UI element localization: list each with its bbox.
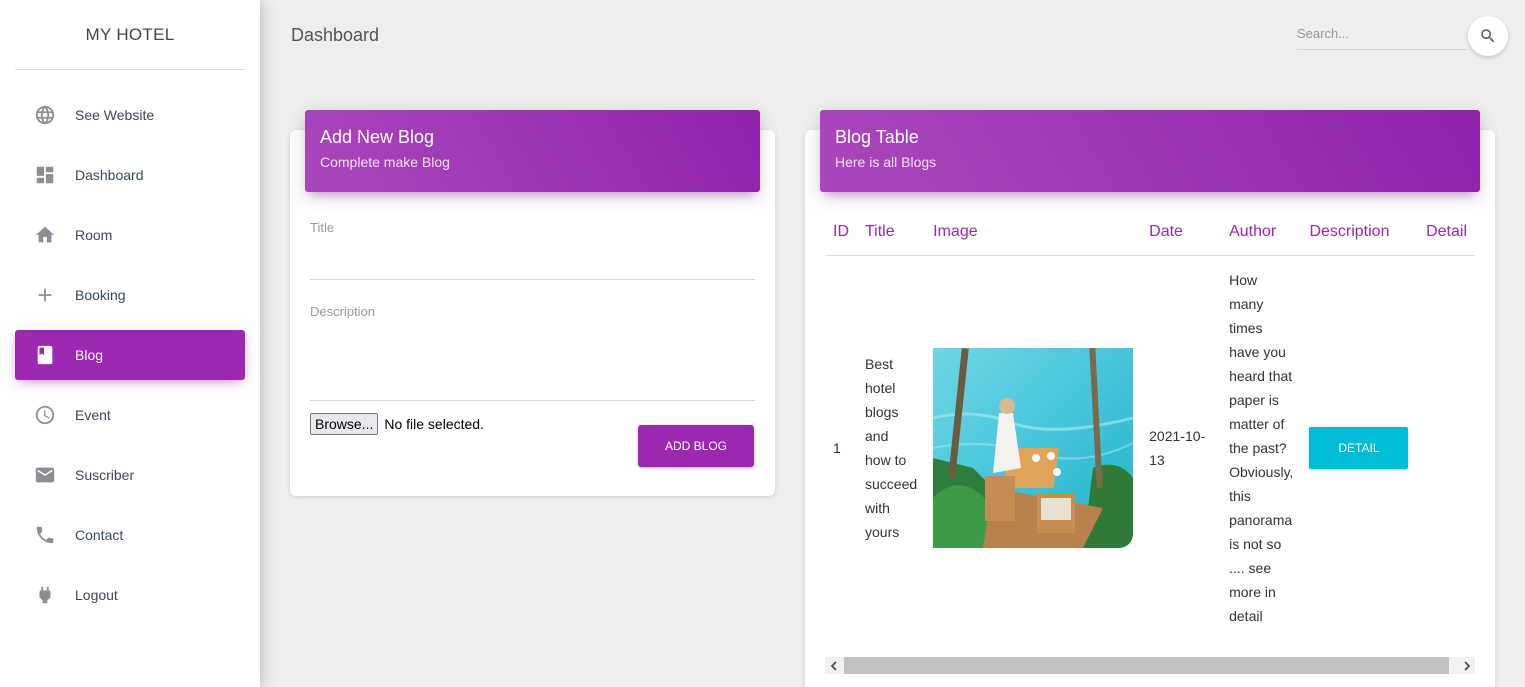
home-icon [34,224,56,246]
description-input[interactable] [310,400,755,401]
page-title: Dashboard [291,25,380,45]
add-blog-card: Add New Blog Complete make Blog Title De… [290,110,775,496]
plus-icon [34,284,56,306]
column-header-id: ID [825,210,857,256]
sidebar-item-label: Dashboard [75,167,144,183]
blog-table-scroll-area: ID Title Image Date Author Description D… [825,210,1475,655]
sidebar-item-suscriber[interactable]: Suscriber [15,450,245,500]
sidebar-item-label: Blog [75,347,104,363]
chevron-right-icon [1463,660,1470,671]
sidebar-item-label: Booking [75,287,126,303]
cell-author: How many times have you heard that paper… [1229,271,1294,624]
scrollbar-track[interactable] [842,657,1458,674]
sidebar-item-logout[interactable]: Logout [15,570,245,620]
detail-button[interactable]: DETAIL [1309,426,1409,469]
card-title: Blog Table [835,127,919,147]
table-row: 1 Best hotel blogs and how to succeed wi… [825,255,1475,640]
search-field [1297,18,1467,50]
sidebar-item-label: See Website [75,107,155,123]
sidebar-item-label: Room [75,227,113,243]
add-blog-button[interactable]: ADD BLOG [638,425,754,467]
column-header-date: Date [1141,210,1222,256]
chevron-left-icon [830,660,837,671]
blog-table-card: Blog Table Here is all Blogs ID Title Im… [805,110,1495,687]
sidebar-item-room[interactable]: Room [15,210,245,260]
phone-icon [34,524,56,546]
search-button[interactable] [1468,16,1508,56]
browse-button[interactable]: Browse... [310,413,379,435]
cell-date: 2021-10-13 [1149,427,1206,468]
card-title: Add New Blog [320,127,435,147]
sidebar-item-label: Contact [75,527,124,543]
sidebar-item-blog[interactable]: Blog [15,330,245,380]
power-plug-icon [34,584,56,606]
table-header-row: ID Title Image Date Author Description D… [825,210,1475,256]
dashboard-icon [34,164,56,186]
title-input[interactable] [310,279,755,280]
globe-icon [34,104,56,126]
sidebar-item-see-website[interactable]: See Website [15,90,245,140]
column-header-detail: Detail [1418,210,1475,256]
blog-table-card-header: Blog Table Here is all Blogs [820,110,1480,192]
title-field-label: Title [310,220,335,235]
cell-id: 1 [833,439,841,456]
horizontal-scrollbar[interactable] [825,657,1475,674]
sidebar-nav: See Website Dashboard Room Booking Blog [0,70,260,620]
cell-detail: DETAIL [1301,255,1418,640]
search-icon [1481,29,1495,43]
sidebar: MY HOTEL See Website Dashboard Room Book… [0,0,260,687]
scrollbar-thumb[interactable] [844,657,1449,674]
cell-title: Best hotel blogs and how to succeed with… [865,355,918,540]
add-blog-card-header: Add New Blog Complete make Blog [305,110,760,192]
sidebar-item-dashboard[interactable]: Dashboard [15,150,245,200]
scroll-left-button[interactable] [825,657,842,674]
sidebar-item-event[interactable]: Event [15,390,245,440]
scroll-right-button[interactable] [1458,657,1475,674]
cell-image [925,255,1141,640]
book-icon [34,344,56,366]
blog-thumbnail-image [933,347,1134,548]
card-subtitle: Complete make Blog [320,154,450,170]
sidebar-item-label: Event [75,407,111,423]
column-header-author: Author [1221,210,1302,256]
description-field-label: Description [310,304,376,319]
cell-empty [1418,255,1475,640]
card-subtitle: Here is all Blogs [835,154,937,170]
sidebar-item-label: Suscriber [75,467,135,483]
column-header-image: Image [925,210,1142,256]
mail-icon [34,464,56,486]
sidebar-item-booking[interactable]: Booking [15,270,245,320]
clock-icon [34,404,56,426]
file-status-text: No file selected. [384,416,484,432]
search-input[interactable] [1297,18,1467,48]
sidebar-item-contact[interactable]: Contact [15,510,245,560]
column-header-title: Title [857,210,926,256]
blog-table: ID Title Image Date Author Description D… [825,210,1475,640]
brand-logo-text[interactable]: MY HOTEL [15,0,245,70]
sidebar-item-label: Logout [75,587,118,603]
column-header-description: Description [1301,210,1419,256]
image-file-input: Browse... No file selected. [310,413,484,435]
